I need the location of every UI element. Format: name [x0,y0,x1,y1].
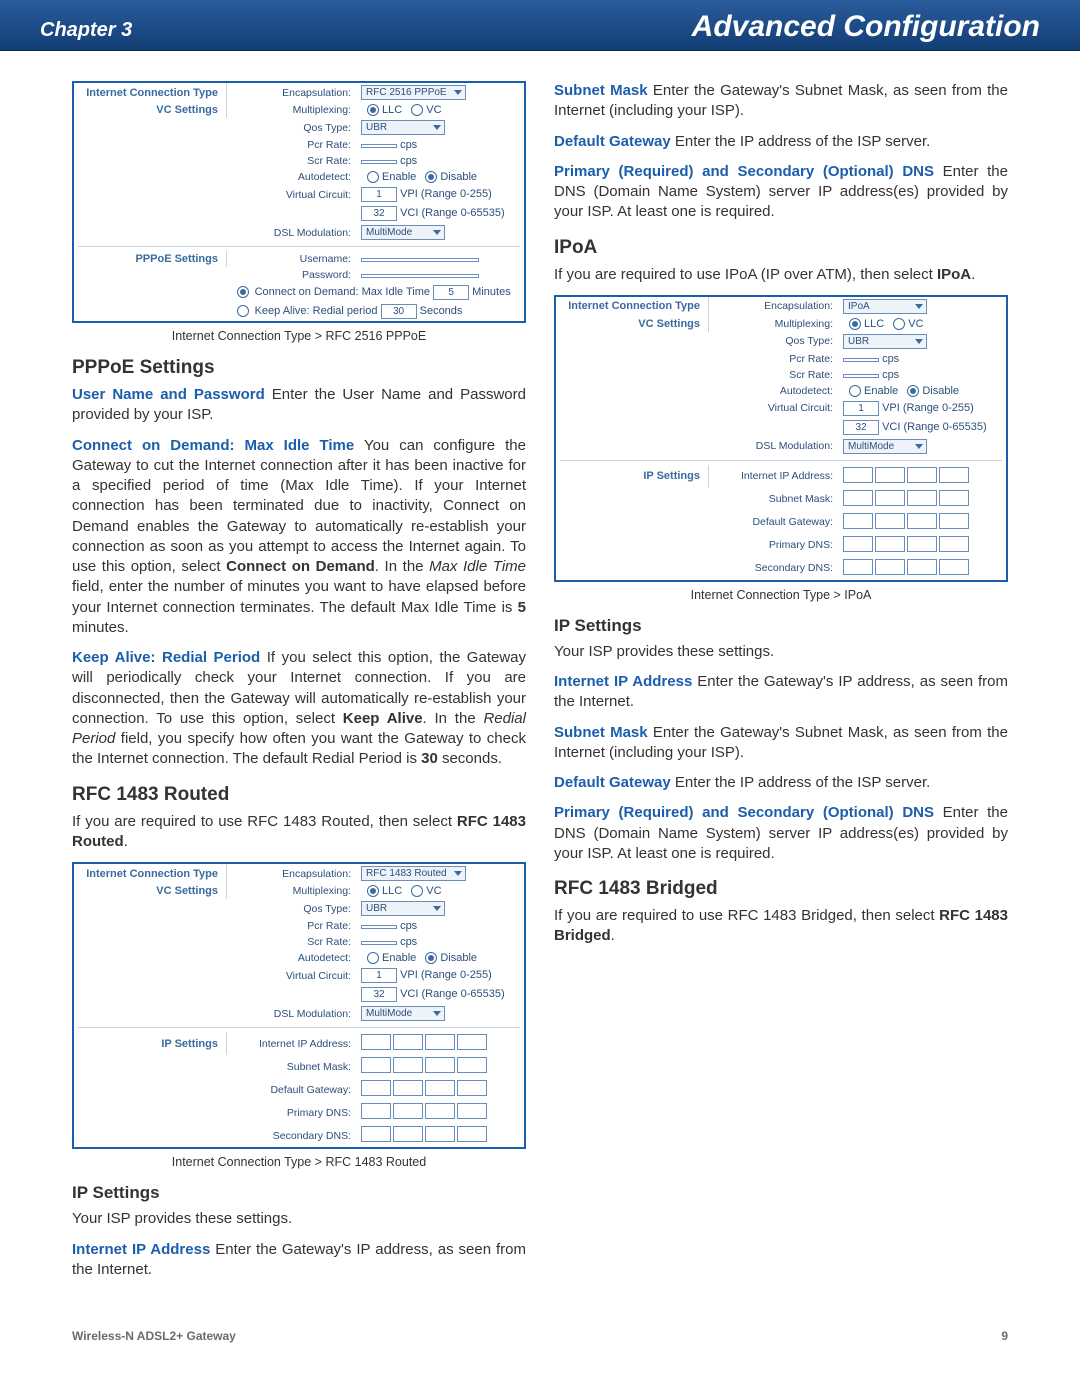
password-input[interactable] [361,274,479,278]
qos-select[interactable]: UBR [361,901,445,916]
vci-input[interactable]: 32 [361,987,397,1002]
term-label: User Name and Password [72,386,265,403]
para-subnet-mask-2: Subnet Mask Enter the Gateway's Subnet M… [554,723,1008,764]
heading-rfc1483-routed: RFC 1483 Routed [72,784,526,806]
page-body: Internet Connection Type Encapsulation: … [0,51,1080,1323]
para-internet-ip-2: Internet IP Address Enter the Gateway's … [554,672,1008,713]
para-routed-intro: If you are required to use RFC 1483 Rout… [72,812,526,853]
radio-disable[interactable] [425,171,437,183]
para-keep-alive: Keep Alive: Redial Period If you select … [72,648,526,770]
vpi-input[interactable]: 1 [361,187,397,202]
scr-input[interactable] [361,160,397,164]
heading-ip-settings: IP Settings [72,1183,526,1203]
radio-llc[interactable] [367,885,379,897]
para-dns: Primary (Required) and Secondary (Option… [554,162,1008,223]
para-user-pass: User Name and Password Enter the User Na… [72,385,526,426]
footer-product: Wireless-N ADSL2+ Gateway [72,1329,236,1343]
radio-vc[interactable] [411,104,423,116]
pcr-input[interactable] [361,144,397,148]
dsl-mod-select[interactable]: MultiMode [361,225,445,240]
row-label: Internet Connection Type [74,83,227,102]
qos-select[interactable]: UBR [361,120,445,135]
form-label: Encapsulation: [227,83,358,102]
para-connect-on-demand: Connect on Demand: Max Idle Time You can… [72,436,526,639]
qos-select[interactable]: UBR [843,334,927,349]
vci-input[interactable]: 32 [843,420,879,435]
radio-llc[interactable] [849,318,861,330]
para-bridged-intro: If you are required to use RFC 1483 Brid… [554,906,1008,947]
encapsulation-select[interactable]: IPoA [843,299,927,314]
term-label: Keep Alive: Redial Period [72,649,260,666]
heading-rfc1483-bridged: RFC 1483 Bridged [554,878,1008,900]
radio-vc[interactable] [411,885,423,897]
row-label: PPPoE Settings [74,251,227,267]
heading-pppoe-settings: PPPoE Settings [72,357,526,379]
username-input[interactable] [361,258,479,262]
scr-input[interactable] [361,941,397,945]
page-header: Chapter 3 Advanced Configuration [0,0,1080,51]
term-label: Connect on Demand: Max Idle Time [72,437,354,454]
footer-page-number: 9 [1001,1329,1008,1343]
para-subnet-mask: Subnet Mask Enter the Gateway's Subnet M… [554,81,1008,122]
vpi-input[interactable]: 1 [361,968,397,983]
redial-input[interactable]: 30 [381,304,417,319]
radio-vc[interactable] [893,318,905,330]
chapter-label: Chapter 3 [40,19,132,42]
page-footer: Wireless-N ADSL2+ Gateway 9 [0,1323,1080,1361]
encapsulation-select[interactable]: RFC 1483 Routed [361,866,466,881]
ip-octet-input[interactable] [361,1034,391,1050]
figure-caption: Internet Connection Type > RFC 2516 PPPo… [72,329,526,343]
para-internet-ip: Internet IP Address Enter the Gateway's … [72,1240,526,1281]
radio-keep-alive[interactable] [237,305,249,317]
radio-disable[interactable] [907,385,919,397]
para-default-gateway-2: Default Gateway Enter the IP address of … [554,773,1008,793]
radio-connect-demand[interactable] [237,286,249,298]
row-label: VC Settings [74,102,227,118]
figure-caption: Internet Connection Type > RFC 1483 Rout… [72,1155,526,1169]
page-title: Advanced Configuration [692,10,1040,44]
para-isp-provides-2: Your ISP provides these settings. [554,642,1008,662]
encapsulation-select[interactable]: RFC 2516 PPPoE [361,85,466,100]
vpi-input[interactable]: 1 [843,401,879,416]
para-isp-provides: Your ISP provides these settings. [72,1209,526,1229]
para-ipoa-intro: If you are required to use IPoA (IP over… [554,265,1008,285]
figure-caption: Internet Connection Type > IPoA [554,588,1008,602]
vci-input[interactable]: 32 [361,206,397,221]
pcr-input[interactable] [361,925,397,929]
dsl-mod-select[interactable]: MultiMode [843,439,927,454]
para-dns-2: Primary (Required) and Secondary (Option… [554,803,1008,864]
max-idle-input[interactable]: 5 [433,285,469,300]
radio-enable[interactable] [367,171,379,183]
para-default-gateway: Default Gateway Enter the IP address of … [554,132,1008,152]
dsl-mod-select[interactable]: MultiMode [361,1006,445,1021]
heading-ip-settings-2: IP Settings [554,616,1008,636]
scr-input[interactable] [843,374,879,378]
screenshot-ipoa: Internet Connection Type Encapsulation: … [554,295,1008,582]
radio-disable[interactable] [425,952,437,964]
screenshot-pppoe: Internet Connection Type Encapsulation: … [72,81,526,323]
radio-enable[interactable] [849,385,861,397]
pcr-input[interactable] [843,358,879,362]
radio-enable[interactable] [367,952,379,964]
radio-llc[interactable] [367,104,379,116]
heading-ipoa: IPoA [554,237,1008,259]
screenshot-routed: Internet Connection Type Encapsulation: … [72,862,526,1149]
